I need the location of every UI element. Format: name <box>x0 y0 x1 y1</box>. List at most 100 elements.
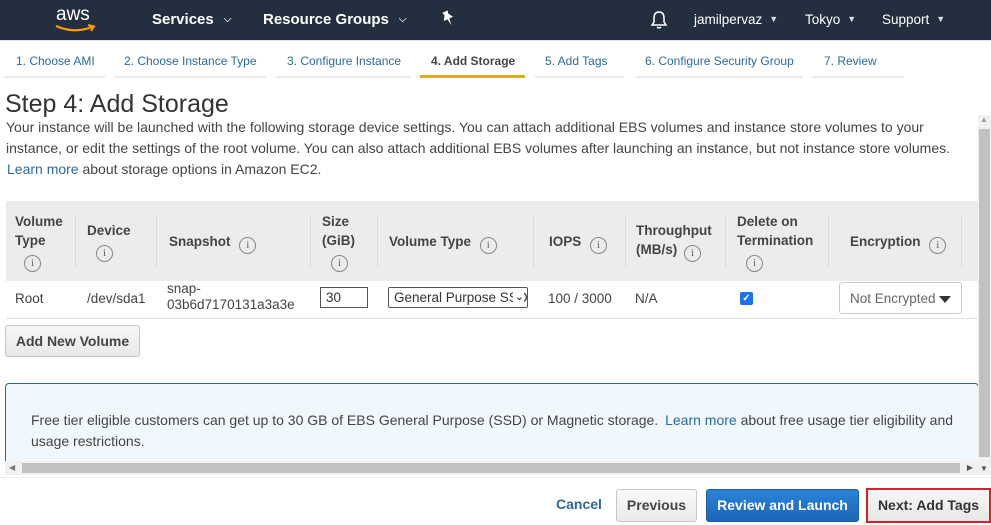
page-description: Your instance will be launched with the … <box>6 117 966 180</box>
column-separator <box>625 215 626 267</box>
scrollbar-thumb[interactable] <box>22 463 960 473</box>
header-text: Snapshot <box>169 234 231 249</box>
aws-logo[interactable]: aws <box>52 4 98 34</box>
horizontal-scrollbar[interactable]: ◀ ▶ <box>5 461 978 475</box>
header-iops: IOPS i <box>549 232 608 254</box>
column-separator <box>533 215 534 267</box>
tab-underline <box>636 76 803 78</box>
table-row: Root /dev/sda1 snap- 03b6d7170131a3a3e G… <box>6 281 978 319</box>
info-icon[interactable]: i <box>24 255 41 272</box>
header-size: Size (GiB) i <box>322 212 355 272</box>
header-throughput: Throughput (MB/s) i <box>636 221 712 262</box>
scroll-down-arrow-icon[interactable]: ▼ <box>980 464 988 473</box>
tab-configure-security-group[interactable]: 6. Configure Security Group <box>645 54 794 68</box>
cancel-button[interactable]: Cancel <box>550 489 608 522</box>
chevron-down-icon: ⌵ <box>223 14 232 25</box>
aws-smile-icon <box>55 24 96 32</box>
info-icon[interactable]: i <box>479 237 497 254</box>
support-menu[interactable]: Support ▼ <box>882 12 945 27</box>
info-icon[interactable]: i <box>684 245 702 262</box>
learn-more-link[interactable]: Learn more <box>7 161 79 177</box>
vertical-scrollbar[interactable]: ▲ ▼ <box>978 115 991 475</box>
tab-choose-instance-type[interactable]: 2. Choose Instance Type <box>124 54 257 68</box>
column-separator <box>156 215 157 267</box>
encryption-selected: Not Encrypted <box>850 291 936 306</box>
review-and-launch-button[interactable]: Review and Launch <box>706 489 859 522</box>
column-separator <box>310 215 311 267</box>
header-text: Size <box>322 214 350 229</box>
info-text: Free tier eligible customers can get up … <box>31 412 663 428</box>
encryption-select[interactable]: Not Encrypted <box>839 282 962 314</box>
column-separator <box>725 215 726 267</box>
tab-choose-ami[interactable]: 1. Choose AMI <box>16 54 95 68</box>
header-text: Volume <box>15 214 63 229</box>
header-volume-type-select: Volume Type i <box>389 232 497 254</box>
info-icon[interactable]: i <box>746 255 763 272</box>
size-input[interactable] <box>320 287 368 308</box>
resource-groups-label: Resource Groups <box>263 11 389 28</box>
pushpin-icon[interactable] <box>440 10 456 28</box>
tab-add-tags[interactable]: 5. Add Tags <box>545 54 608 68</box>
free-tier-learn-more-link[interactable]: Learn more <box>665 412 737 428</box>
free-tier-text: Free tier eligible customers can get up … <box>31 410 961 452</box>
cell-volume-type: Root <box>15 291 44 306</box>
info-icon[interactable]: i <box>929 237 947 254</box>
learn-more-suffix: about storage options in Amazon EC2. <box>78 161 322 177</box>
tab-underline <box>812 76 904 78</box>
cell-device: /dev/sda1 <box>87 291 146 306</box>
description-text: Your instance will be launched with the … <box>6 119 951 156</box>
column-separator <box>75 215 76 267</box>
scroll-up-arrow-icon[interactable]: ▲ <box>980 115 988 124</box>
column-separator <box>961 215 962 267</box>
caret-down-icon: ▼ <box>936 14 946 24</box>
chevron-down-icon: ⌵ <box>398 14 407 25</box>
caret-down-icon: ▼ <box>847 14 857 24</box>
tab-configure-instance[interactable]: 3. Configure Instance <box>287 54 401 68</box>
volume-type-select[interactable]: General Purpose SSD (gp2) ⌄ <box>388 287 528 308</box>
tab-underline <box>535 76 624 78</box>
services-menu[interactable]: Services ⌵ <box>152 11 231 28</box>
services-label: Services <box>152 11 214 28</box>
info-icon[interactable]: i <box>331 255 348 272</box>
info-icon[interactable]: i <box>590 237 608 254</box>
add-new-volume-button[interactable]: Add New Volume <box>5 325 140 357</box>
wizard-steps: 1. Choose AMI 2. Choose Instance Type 3.… <box>0 40 991 82</box>
header-snapshot: Snapshot i <box>169 232 257 254</box>
top-navigation-bar: aws Services ⌵ Resource Groups ⌵ jamilperv… <box>0 0 991 40</box>
header-delete-on-termination: Delete on Termination i <box>737 212 813 272</box>
column-separator <box>828 215 829 267</box>
tab-review[interactable]: 7. Review <box>824 54 877 68</box>
header-text: Type <box>15 233 46 248</box>
chevron-down-icon: ⌄ <box>512 288 524 307</box>
snapshot-id-line: snap- <box>167 281 201 296</box>
account-menu[interactable]: jamilpervaz ▼ <box>694 12 778 27</box>
region-menu[interactable]: Tokyo ▼ <box>805 12 856 27</box>
info-icon[interactable]: i <box>96 245 113 262</box>
tab-underline <box>276 76 411 78</box>
username-label: jamilpervaz <box>694 12 763 27</box>
previous-button[interactable]: Previous <box>616 489 697 522</box>
header-text: Throughput <box>636 223 712 238</box>
delete-on-termination-checkbox[interactable]: ✓ <box>740 292 753 305</box>
scroll-left-arrow-icon[interactable]: ◀ <box>9 463 15 472</box>
header-encryption: Encryption i <box>850 232 947 254</box>
cell-iops: 100 / 3000 <box>548 291 612 306</box>
region-label: Tokyo <box>805 12 841 27</box>
info-icon[interactable]: i <box>239 237 257 254</box>
header-text: Encryption <box>850 234 921 249</box>
header-text: (MB/s) <box>636 242 678 257</box>
header-text: (GiB) <box>322 233 355 248</box>
cell-throughput: N/A <box>635 291 658 306</box>
header-text: Volume Type <box>389 234 472 249</box>
header-text: IOPS <box>549 234 582 249</box>
resource-groups-menu[interactable]: Resource Groups ⌵ <box>263 11 406 28</box>
header-text: Device <box>87 223 131 238</box>
scrollbar-thumb[interactable] <box>979 129 990 457</box>
column-separator <box>377 215 378 267</box>
header-device: Device i <box>87 221 131 262</box>
header-text: Termination <box>737 233 814 248</box>
next-add-tags-button[interactable]: Next: Add Tags <box>866 488 991 523</box>
tab-add-storage[interactable]: 4. Add Storage <box>431 54 515 68</box>
scroll-right-arrow-icon[interactable]: ▶ <box>967 463 973 472</box>
bell-icon[interactable] <box>650 10 668 30</box>
